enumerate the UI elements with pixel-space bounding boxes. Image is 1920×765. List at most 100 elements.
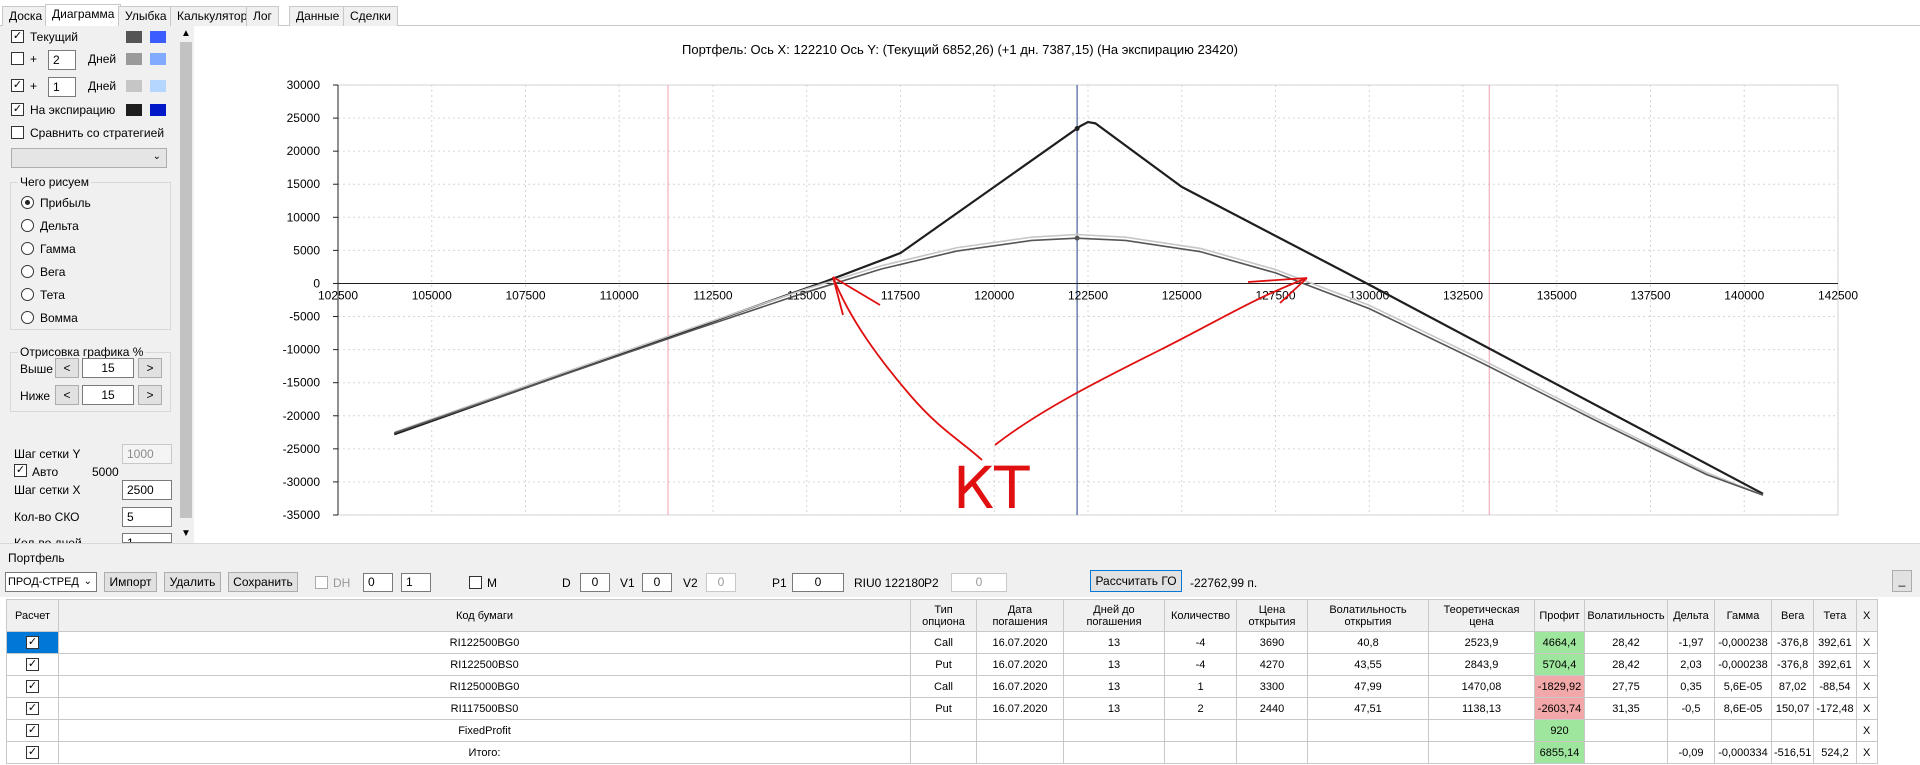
m-checkbox[interactable] — [469, 576, 482, 589]
table-cell: 392,61 — [1813, 631, 1857, 654]
dh-input-1[interactable]: 0 — [363, 573, 393, 592]
column-header[interactable]: Профит — [1534, 599, 1585, 632]
dh-label: DH — [333, 576, 351, 590]
strategy-select[interactable]: ПРОД-СТРЕД ⌄ — [5, 572, 97, 592]
column-header[interactable]: Расчет — [6, 599, 59, 632]
minimize-button[interactable]: _ — [1892, 570, 1912, 592]
splitter[interactable] — [0, 543, 1920, 551]
x-tick-label: 125000 — [1162, 288, 1202, 302]
row-calc-checkbox[interactable]: ✓ — [26, 636, 39, 649]
dh-input-2[interactable]: 1 — [401, 573, 431, 592]
import-button[interactable]: Импорт — [104, 572, 157, 592]
table-row[interactable]: ✓ RI122500BG0 Call 16.07.2020 13 -4 3690 40,8 25… — [6, 631, 1878, 654]
v1-input[interactable]: 0 — [642, 573, 672, 592]
portfolio-label: Портфель — [8, 551, 65, 565]
table-cell: -4 — [1164, 631, 1237, 654]
calculate-go-button[interactable]: Рассчитать ГО — [1090, 570, 1182, 592]
table-cell: 47,51 — [1307, 697, 1429, 720]
table-row[interactable]: ✓ Итого: 6855,14 -0,09 -0,000334 -516,51 524,2… — [6, 741, 1878, 764]
table-cell: -516,51 — [1770, 741, 1815, 764]
table-cell: 47,99 — [1307, 675, 1429, 698]
riu-quote: RIU0 122180 — [854, 576, 925, 590]
x-tick-label: 107500 — [505, 288, 545, 302]
column-header[interactable]: Вега — [1770, 599, 1815, 632]
table-cell: 16.07.2020 — [976, 631, 1064, 654]
y-tick-label: -5000 — [289, 310, 320, 324]
table-row[interactable]: ✓ RI117500BS0 Put 16.07.2020 13 2 2440 47,51 113… — [6, 697, 1878, 720]
table-cell — [1307, 741, 1429, 764]
table-cell: 6855,14 — [1534, 741, 1585, 764]
table-cell: 2440 — [1236, 697, 1308, 720]
column-header[interactable]: Дата погашения — [976, 599, 1064, 632]
table-cell — [1813, 719, 1857, 742]
table-cell: 2843,9 — [1428, 653, 1535, 676]
table-header-row: Расчет Код бумаги Тип опциона Дата погашения Д… — [6, 599, 1878, 632]
row-calc-checkbox[interactable]: ✓ — [26, 702, 39, 715]
dh-checkbox[interactable] — [315, 576, 328, 589]
column-header[interactable]: Код бумаги — [58, 599, 911, 632]
row-calc-checkbox[interactable]: ✓ — [26, 658, 39, 671]
p2-input[interactable]: 0 — [951, 573, 1007, 592]
y-tick-label: 0 — [313, 276, 320, 290]
row-calc-cell[interactable]: ✓ — [6, 631, 59, 654]
row-delete-button[interactable]: X — [1855, 719, 1878, 742]
column-header[interactable]: Теоретическая цена — [1428, 599, 1535, 632]
table-row[interactable]: ✓ RI122500BS0 Put 16.07.2020 13 -4 4270 43,55 28… — [6, 653, 1878, 676]
table-cell — [1667, 719, 1715, 742]
x-tick-label: 105000 — [412, 288, 452, 302]
table-cell: 150,07 — [1770, 697, 1815, 720]
save-button[interactable]: Сохранить — [228, 572, 298, 592]
y-tick-label: 25000 — [287, 111, 321, 125]
table-cell: Put — [910, 653, 977, 676]
table-row[interactable]: ✓ FixedProfit 920 X — [6, 719, 1878, 742]
table-cell: 16.07.2020 — [976, 653, 1064, 676]
table-cell — [1236, 741, 1308, 764]
v2-input[interactable]: 0 — [706, 573, 736, 592]
table-cell: -2603,74 — [1534, 697, 1585, 720]
column-header[interactable]: Волатильность открытия — [1307, 599, 1429, 632]
y-tick-label: -10000 — [283, 343, 321, 357]
table-cell: 4664,4 — [1534, 631, 1585, 654]
table-cell: 1138,13 — [1428, 697, 1535, 720]
delete-button[interactable]: Удалить — [164, 572, 221, 592]
column-header[interactable]: Дней до погашения — [1063, 599, 1165, 632]
table-row[interactable]: ✓ RI125000BG0 Call 16.07.2020 13 1 3300 47,99 14… — [6, 675, 1878, 698]
column-header[interactable]: Дельта — [1667, 599, 1715, 632]
row-delete-button[interactable]: X — [1855, 741, 1878, 764]
row-calc-cell[interactable]: ✓ — [6, 719, 59, 742]
column-header[interactable]: Волатильность — [1584, 599, 1668, 632]
row-delete-button[interactable]: X — [1855, 697, 1878, 720]
column-header[interactable]: Гамма — [1714, 599, 1772, 632]
payoff-chart[interactable]: 102500 105000 107500 110000 112500 115000 1175… — [0, 0, 1920, 543]
table-cell: 920 — [1534, 719, 1585, 742]
y-tick-label: -35000 — [283, 508, 321, 522]
table-cell: -88,54 — [1813, 675, 1857, 698]
row-calc-cell[interactable]: ✓ — [6, 697, 59, 720]
table-cell — [1063, 741, 1165, 764]
row-calc-cell[interactable]: ✓ — [6, 741, 59, 764]
row-calc-cell[interactable]: ✓ — [6, 653, 59, 676]
column-header[interactable]: Количество — [1164, 599, 1237, 632]
table-cell: 13 — [1063, 697, 1165, 720]
table-cell: -376,8 — [1770, 631, 1815, 654]
table-cell: 2 — [1164, 697, 1237, 720]
column-header[interactable]: Цена открытия — [1236, 599, 1308, 632]
table-cell: RI117500BS0 — [58, 697, 911, 720]
column-header[interactable]: Тип опциона — [910, 599, 977, 632]
p1-input[interactable]: 0 — [792, 573, 844, 592]
row-calc-checkbox[interactable]: ✓ — [26, 746, 39, 759]
d-input[interactable]: 0 — [580, 573, 610, 592]
column-header[interactable]: Тета — [1813, 599, 1857, 632]
row-calc-checkbox[interactable]: ✓ — [26, 724, 39, 737]
table-cell — [1428, 741, 1535, 764]
row-delete-button[interactable]: X — [1855, 653, 1878, 676]
table-cell: 31,35 — [1584, 697, 1668, 720]
table-cell: 40,8 — [1307, 631, 1429, 654]
column-header[interactable]: X — [1855, 599, 1878, 632]
y-tick-label: -15000 — [283, 376, 321, 390]
table-cell — [910, 741, 977, 764]
row-delete-button[interactable]: X — [1855, 675, 1878, 698]
row-calc-checkbox[interactable]: ✓ — [26, 680, 39, 693]
row-delete-button[interactable]: X — [1855, 631, 1878, 654]
row-calc-cell[interactable]: ✓ — [6, 675, 59, 698]
